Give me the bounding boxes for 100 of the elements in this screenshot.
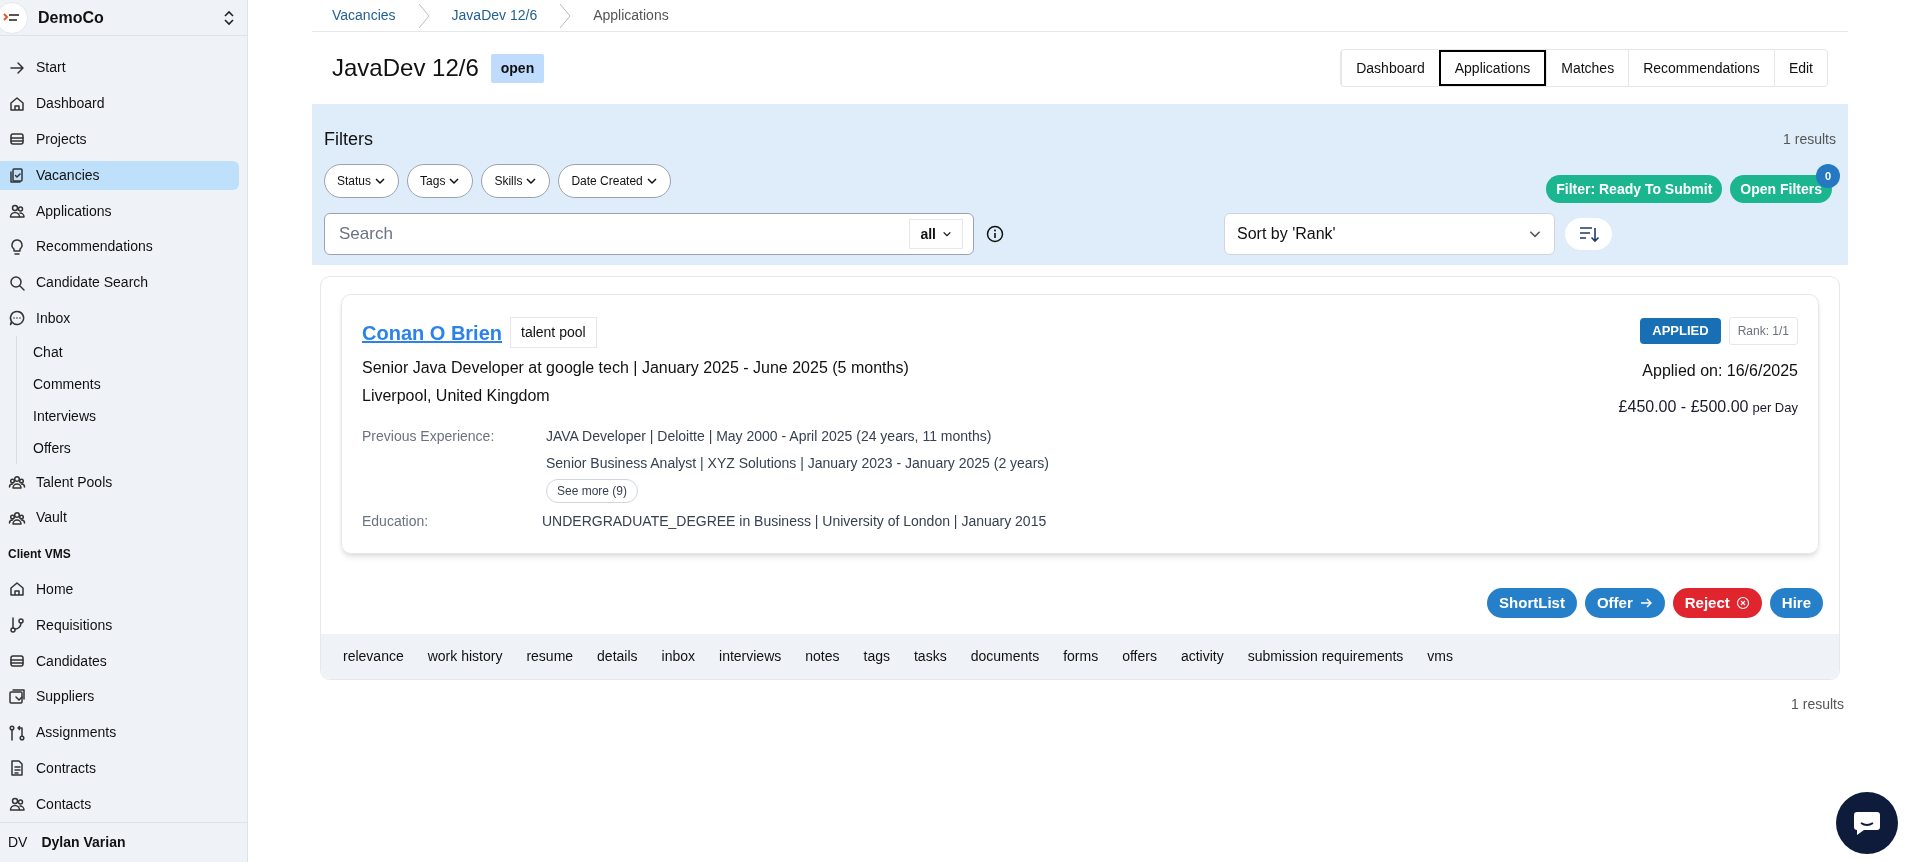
filter-dropdown[interactable]: Status: [324, 164, 400, 198]
detail-tab[interactable]: work history: [427, 646, 503, 667]
chevron-down-icon: [942, 229, 952, 239]
user-name[interactable]: Dylan Varian: [41, 832, 126, 853]
talent-pool-tag: talent pool: [510, 317, 597, 348]
page-title: JavaDev 12/6: [332, 53, 479, 83]
scope-dropdown[interactable]: all: [909, 219, 963, 249]
nav-item[interactable]: Applications: [0, 196, 239, 226]
nav-item[interactable]: Dashboard: [0, 89, 239, 119]
nav-item[interactable]: Start: [0, 53, 239, 83]
people-icon: [8, 795, 26, 814]
detail-tab[interactable]: notes: [805, 646, 840, 667]
sort-dropdown[interactable]: Sort by 'Rank': [1224, 213, 1555, 255]
candidate-headline: Senior Java Developer at google tech | January 2025 - June 2025 (5 months): [362, 358, 910, 378]
tab[interactable]: Dashboard: [1341, 50, 1439, 86]
org-name: DemoCo: [38, 7, 105, 28]
swap-icon: [8, 723, 26, 742]
clipboard-icon: [8, 166, 26, 185]
candidate-location: Liverpool, United Kingdom: [362, 386, 551, 406]
chevron-icon: [417, 1, 430, 30]
nav-item[interactable]: Suppliers: [0, 682, 239, 712]
status-tag: open: [490, 53, 545, 83]
stack-icon: [8, 652, 26, 670]
chevron-down-icon: [448, 175, 461, 187]
detail-tab[interactable]: offers: [1122, 646, 1157, 667]
breadcrumb-item[interactable]: JavaDev 12/6: [451, 5, 538, 26]
field-label: Education:: [362, 512, 430, 531]
detail-tab[interactable]: relevance: [343, 646, 404, 667]
action-button[interactable]: Hire: [1769, 588, 1823, 618]
chevron-down-icon: [525, 175, 538, 187]
detail-tab[interactable]: inbox: [661, 646, 695, 667]
candidate-name-link[interactable]: Conan O Brien: [362, 317, 502, 348]
document-icon: [8, 759, 26, 778]
nav-item[interactable]: Requisitions: [0, 610, 239, 640]
nav-item[interactable]: Home: [0, 575, 239, 604]
tab[interactable]: Recommendations: [1628, 50, 1774, 86]
home-icon: [8, 94, 26, 113]
nav-item[interactable]: Vault: [0, 503, 239, 533]
nav-item[interactable]: Contracts: [0, 753, 239, 783]
nav-item[interactable]: Projects: [0, 125, 239, 154]
detail-tab[interactable]: forms: [1063, 646, 1099, 667]
chat-icon: [1852, 809, 1882, 837]
nav-subitem[interactable]: Interviews: [33, 403, 239, 430]
action-button[interactable]: Reject: [1672, 588, 1762, 618]
nav-item[interactable]: Candidate Search: [0, 268, 239, 297]
info-icon[interactable]: [986, 225, 1004, 243]
experience-entry: Senior Business Analyst | XYZ Solutions | January 2023 - January 2025 (2 years): [546, 454, 1049, 473]
nav-item[interactable]: Assignments: [0, 718, 239, 747]
switcher-icon[interactable]: [223, 9, 235, 26]
arrow-right-icon: [1638, 596, 1653, 610]
tab[interactable]: Edit: [1773, 50, 1827, 86]
detail-tab[interactable]: tasks: [914, 646, 947, 667]
sort-order-button[interactable]: [1565, 218, 1612, 250]
group-icon: [8, 473, 26, 492]
tab[interactable]: Matches: [1546, 50, 1629, 86]
rate-range: £450.00 - £500.00: [1618, 397, 1749, 417]
nav-item[interactable]: Candidates: [0, 646, 239, 676]
detail-tab[interactable]: submission requirements: [1247, 646, 1404, 667]
filter-dropdown[interactable]: Date Created: [558, 164, 671, 198]
applied-date: Applied on: 16/6/2025: [1642, 361, 1798, 381]
filter-dropdown[interactable]: Skills: [481, 164, 551, 198]
detail-tab[interactable]: vms: [1427, 646, 1453, 667]
search-field[interactable]: Search all: [324, 213, 974, 255]
breadcrumb-item: Applications: [593, 6, 669, 25]
nav-item[interactable]: Talent Pools: [0, 467, 239, 497]
nav-item[interactable]: Recommendations: [0, 232, 239, 262]
chevron-down-icon: [374, 175, 387, 187]
results-count: 1 results: [1791, 695, 1844, 714]
nav-subitem[interactable]: Comments: [33, 371, 239, 398]
filter-dropdown[interactable]: Tags: [407, 164, 474, 198]
results-count: 1 results: [1783, 130, 1836, 149]
tab[interactable]: Applications: [1438, 50, 1547, 86]
home-icon: [8, 580, 26, 599]
rank-tag: Rank: 1/1: [1728, 317, 1798, 345]
education-value: UNDERGRADUATE_DEGREE in Business | University of London | January 2015: [542, 512, 1047, 531]
branch-icon: [8, 616, 26, 635]
detail-tab[interactable]: tags: [863, 646, 890, 667]
nav-subitem[interactable]: Chat: [33, 339, 239, 366]
status-badge: APPLIED: [1640, 318, 1721, 344]
breadcrumb-item[interactable]: Vacancies: [332, 5, 396, 26]
detail-tab[interactable]: details: [597, 646, 638, 667]
section-heading: Client VMS: [7, 545, 72, 563]
detail-tab[interactable]: interviews: [719, 646, 782, 667]
chevron-down-icon: [645, 175, 658, 187]
nav-item[interactable]: Inbox: [0, 303, 239, 333]
action-button[interactable]: ShortList: [1487, 588, 1577, 618]
rate-unit: per Day: [1752, 399, 1798, 417]
nav-subitem[interactable]: Offers: [33, 435, 239, 462]
detail-tab[interactable]: resume: [526, 646, 574, 667]
detail-tab[interactable]: documents: [970, 646, 1040, 667]
nav-item[interactable]: Vacancies: [0, 160, 239, 190]
sort-order-icon: [1577, 224, 1600, 244]
nav-item[interactable]: Contacts: [0, 789, 239, 819]
detail-tab[interactable]: activity: [1180, 646, 1224, 667]
action-button[interactable]: Offer: [1584, 588, 1665, 618]
chevron-icon: [559, 1, 572, 30]
filters-title: Filters: [324, 128, 373, 151]
lightbulb-icon: [8, 237, 26, 256]
experience-entry: JAVA Developer | Deloitte | May 2000 - April 2025 (24 years, 11 months): [546, 427, 993, 446]
user-initials: DV: [8, 833, 28, 852]
